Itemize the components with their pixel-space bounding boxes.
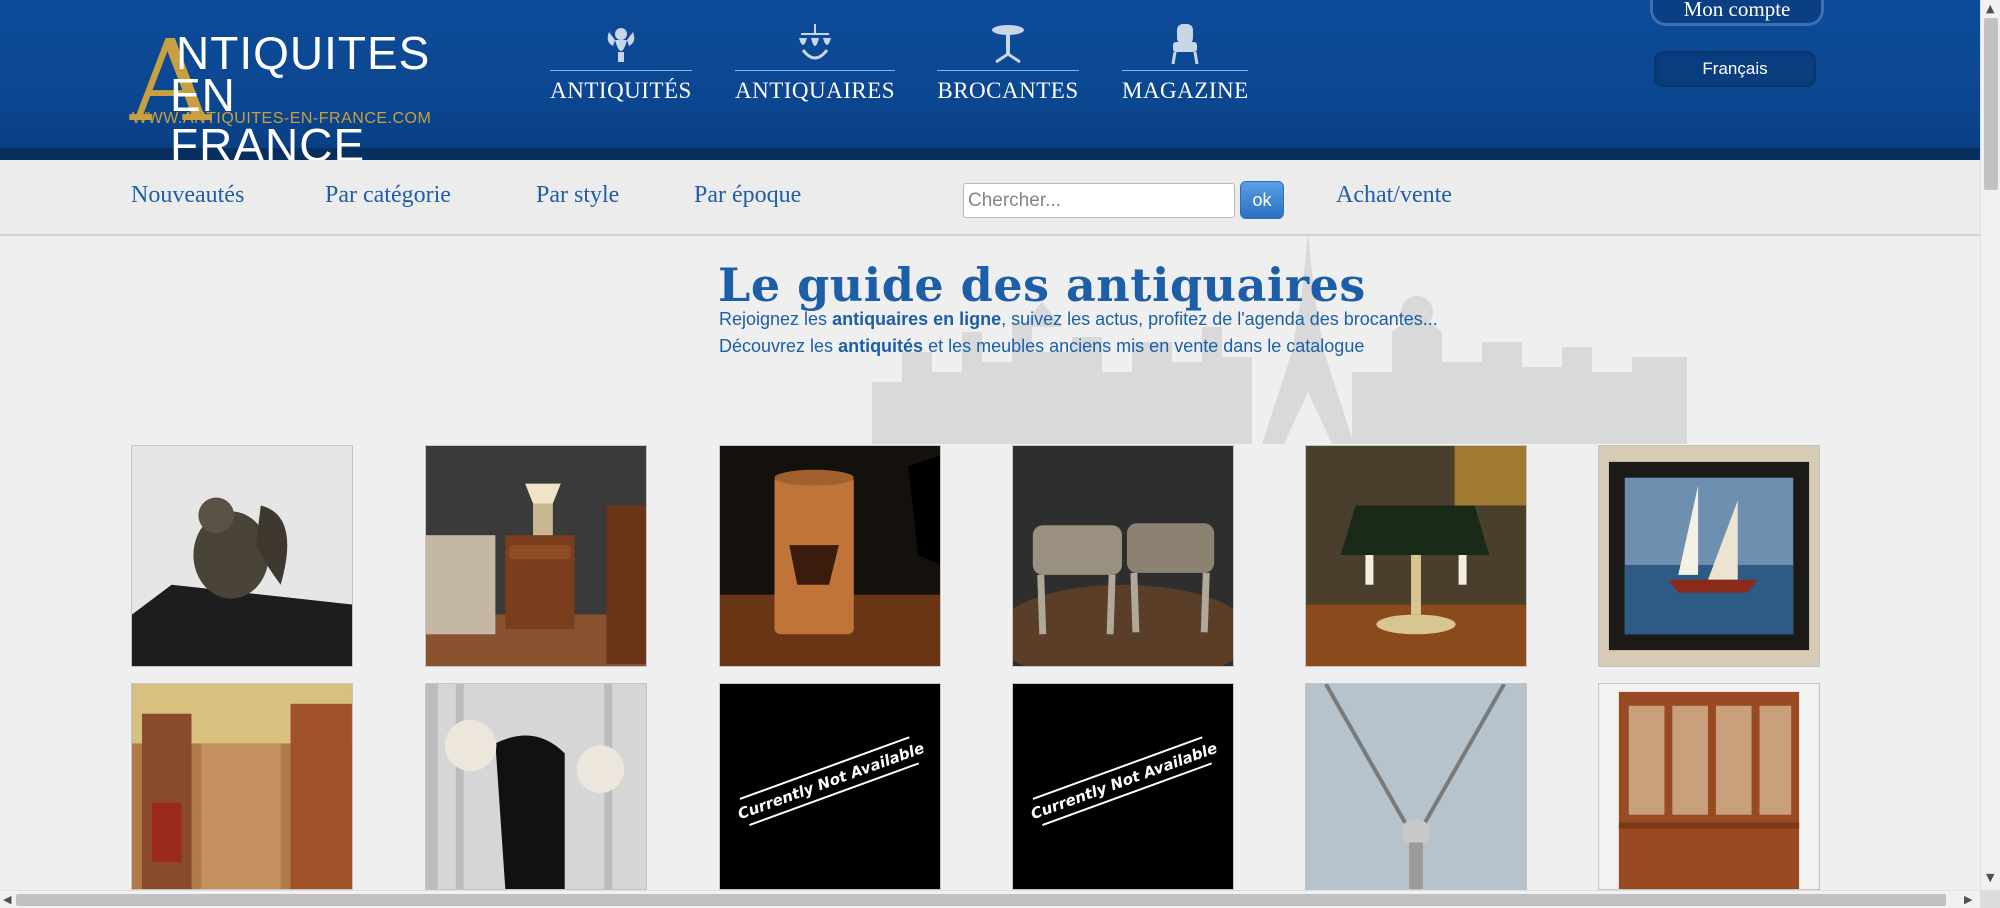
product-thumbnail[interactable] [131, 683, 353, 890]
product-thumbnail[interactable] [719, 445, 941, 667]
intro-link-antiquites[interactable]: antiquités [838, 336, 923, 356]
pedestal-table-icon [992, 25, 1024, 64]
bronze-squirrel-image [132, 446, 352, 666]
armchair-icon [1171, 24, 1199, 65]
product-thumbnail[interactable] [1598, 445, 1820, 667]
horizontal-scrollbar[interactable]: ◀ ▶ [0, 890, 1980, 908]
nav-antiquites[interactable]: ANTIQUITÉS [550, 22, 692, 112]
intro-line-1: Rejoignez les antiquaires en ligne, suiv… [719, 309, 1438, 330]
intro-link-antiquaires[interactable]: antiquaires en ligne [832, 309, 1001, 329]
search-input[interactable] [963, 183, 1235, 218]
nav-magazine[interactable]: MAGAZINE [1122, 22, 1248, 112]
horizontal-scroll-thumb[interactable] [16, 894, 1946, 906]
nav-antiquaires[interactable]: ANTIQUAIRES [735, 22, 895, 112]
nav-divider [937, 70, 1079, 71]
product-thumbnail[interactable] [1012, 445, 1234, 667]
product-thumbnail[interactable] [1305, 683, 1527, 890]
site-header: A NTIQUITES EN FRANCE WWW.ANTIQUITES-EN-… [0, 0, 1980, 170]
nav-brocantes[interactable]: BROCANTES [937, 22, 1079, 112]
nav-divider [1122, 70, 1248, 71]
scroll-up-arrow-icon[interactable]: ▲ [1986, 3, 1994, 15]
scroll-right-arrow-icon[interactable]: ▶ [1964, 894, 1972, 906]
chandelier-icon [799, 24, 831, 60]
intro-text: Découvrez les [719, 336, 839, 356]
scrollbar-corner [1980, 890, 2000, 908]
intro-line-2: Découvrez les antiquités et les meubles … [719, 336, 1364, 357]
product-thumbnail[interactable] [425, 683, 647, 890]
product-thumbnail[interactable]: Currently Not Available [1012, 683, 1234, 890]
scroll-left-arrow-icon[interactable]: ◀ [3, 894, 11, 906]
nav-par-categorie[interactable]: Par catégorie [325, 182, 451, 209]
search-submit-button[interactable]: ok [1240, 181, 1284, 219]
hand-hook-image [426, 684, 646, 889]
nav-achat-vente[interactable]: Achat/vente [1336, 182, 1452, 209]
nav-nouveautes[interactable]: Nouveautés [131, 182, 244, 209]
nav-par-epoque[interactable]: Par époque [694, 182, 801, 209]
umbrella-stand-image [720, 446, 940, 666]
vertical-scroll-thumb[interactable] [1984, 18, 1998, 190]
product-thumbnail[interactable] [425, 445, 647, 667]
account-button[interactable]: Mon compte [1650, 0, 1824, 26]
necklace-image [1306, 684, 1526, 889]
language-selector[interactable]: Français [1654, 51, 1816, 87]
product-thumbnail[interactable] [131, 445, 353, 667]
nav-label: ANTIQUITÉS [550, 78, 692, 103]
bouillotte-lamp-image [1306, 446, 1526, 666]
market-painting-image [132, 684, 352, 889]
page-title: Le guide des antiquaires [718, 258, 1366, 312]
footstools-image [1013, 446, 1233, 666]
product-thumbnail[interactable]: Currently Not Available [719, 683, 941, 890]
nav-divider [550, 70, 692, 71]
bedside-table-image [426, 446, 646, 666]
secondary-nav: Nouveautés Par catégorie Par style Par é… [0, 160, 1980, 236]
nav-label: BROCANTES [937, 78, 1079, 103]
bookcase-image [1599, 684, 1819, 889]
product-thumbnail[interactable] [1305, 445, 1527, 667]
logo-url: WWW.ANTIQUITES-EN-FRANCE.COM [132, 110, 432, 127]
cherub-icon [607, 28, 635, 62]
site-logo[interactable]: A NTIQUITES EN FRANCE WWW.ANTIQUITES-EN-… [130, 26, 440, 170]
product-thumbnail[interactable] [1598, 683, 1820, 890]
sailboat-painting-image [1599, 446, 1819, 666]
nav-label: ANTIQUAIRES [735, 78, 896, 103]
scroll-down-arrow-icon[interactable]: ▼ [1986, 872, 1994, 884]
nav-divider [735, 70, 895, 71]
nav-par-style[interactable]: Par style [536, 182, 619, 209]
nav-label: MAGAZINE [1122, 78, 1249, 103]
intro-text: Rejoignez les [719, 309, 833, 329]
intro-text: , suivez les actus, profitez de l'agenda… [1001, 309, 1438, 329]
intro-text: et les meubles anciens mis en vente dans… [923, 336, 1365, 356]
vertical-scrollbar[interactable]: ▲ ▼ [1980, 0, 2000, 890]
